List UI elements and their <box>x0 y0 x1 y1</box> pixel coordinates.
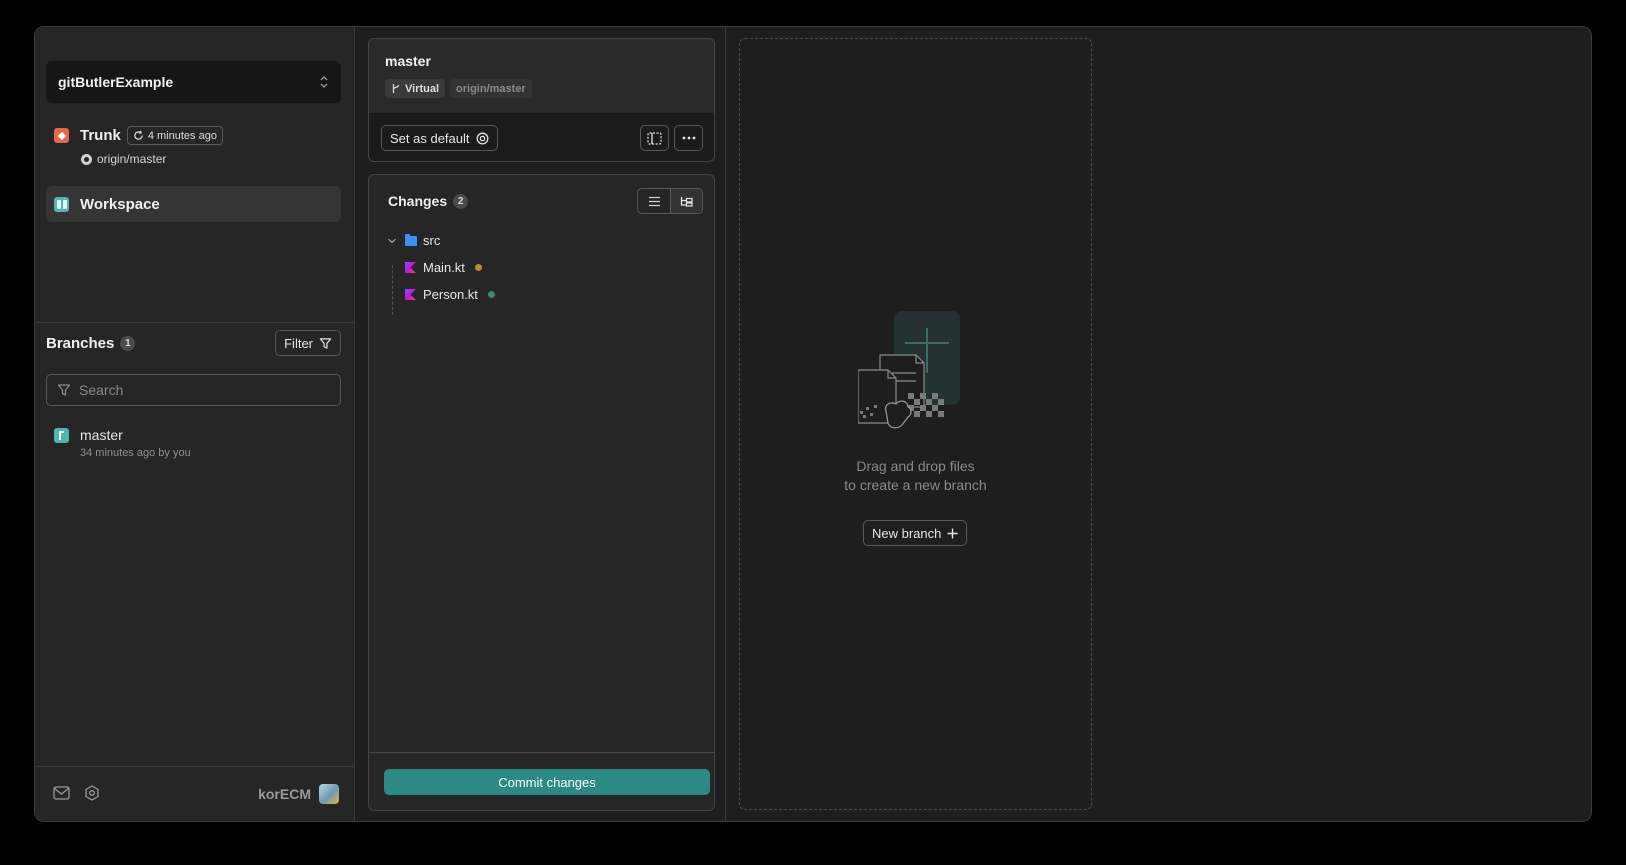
set-as-default-button[interactable]: Set as default <box>381 125 498 151</box>
chevron-down-icon[interactable] <box>387 236 397 246</box>
trunk-remote: origin/master <box>81 152 166 166</box>
commit-area: Commit changes <box>369 752 714 810</box>
sidebar-divider <box>35 322 355 323</box>
branches-count-badge: 1 <box>120 335 136 351</box>
search-input[interactable] <box>79 382 319 398</box>
avatar <box>319 784 339 804</box>
project-name: gitButlerExample <box>58 74 174 90</box>
branch-name: master <box>80 427 123 443</box>
trunk-item[interactable]: Trunk 4 minutes ago <box>54 126 223 145</box>
drag-files-illustration <box>858 311 960 429</box>
branches-title: Branches 1 <box>46 334 136 352</box>
new-branch-dropzone[interactable]: Drag and drop files to create a new bran… <box>739 38 1092 810</box>
refresh-icon <box>134 130 143 140</box>
added-status-dot <box>487 291 495 298</box>
project-selector[interactable]: gitButlerExample <box>46 61 341 103</box>
file-row[interactable]: Main.kt <box>387 254 495 281</box>
github-icon <box>81 153 92 165</box>
target-icon <box>476 132 488 144</box>
trunk-fetch-badge[interactable]: 4 minutes ago <box>126 126 223 145</box>
virtual-tag-label: Virtual <box>405 82 440 95</box>
trunk-updated-time: 4 minutes ago <box>147 129 217 142</box>
changes-title-text: Changes <box>388 193 448 209</box>
collapse-lane-button[interactable] <box>640 125 669 151</box>
file-row[interactable]: Person.kt <box>387 281 495 308</box>
branch-icon <box>392 84 400 93</box>
settings-icon[interactable] <box>84 784 100 804</box>
plus-icon <box>947 528 958 538</box>
file-tree: src Main.kt Person.kt <box>387 227 495 315</box>
ellipsis-icon <box>682 136 695 140</box>
trunk-icon <box>54 128 69 143</box>
tree-icon <box>680 196 693 207</box>
changes-title: Changes 2 <box>388 193 469 209</box>
dropzone-hint-line2: to create a new branch <box>844 477 987 493</box>
mail-icon[interactable] <box>53 785 70 803</box>
virtual-tag: Virtual <box>385 79 446 98</box>
tree-guide-line <box>392 265 393 315</box>
changes-card: Changes 2 src Main.kt Person.kt Commit c… <box>368 174 715 811</box>
dropzone-hint-line1: Drag and drop files <box>856 458 975 474</box>
sidebar-item-workspace[interactable]: Workspace <box>46 186 341 222</box>
view-mode-toggle <box>637 188 703 214</box>
file-name: Person.kt <box>423 287 478 302</box>
collapse-icon <box>647 131 662 145</box>
branches-header: Branches 1 Filter <box>46 330 341 356</box>
sidebar: gitButlerExample Trunk 4 minutes ago ori… <box>35 27 355 821</box>
kotlin-file-icon <box>405 289 416 300</box>
branch-title[interactable]: master <box>385 53 698 69</box>
new-branch-label: New branch <box>872 525 942 541</box>
branch-icon <box>54 427 69 443</box>
list-icon <box>648 196 660 206</box>
sidebar-footer: korECM <box>35 766 355 821</box>
filter-button[interactable]: Filter <box>275 330 341 356</box>
list-view-button[interactable] <box>638 189 670 213</box>
kotlin-file-icon <box>405 262 416 273</box>
app-window: gitButlerExample Trunk 4 minutes ago ori… <box>34 26 1592 822</box>
branches-title-text: Branches <box>46 334 115 352</box>
trunk-remote-label: origin/master <box>97 152 167 166</box>
more-options-button[interactable] <box>674 125 703 151</box>
changes-count-badge: 2 <box>453 193 469 209</box>
folder-name: src <box>423 233 441 248</box>
trunk-label: Trunk <box>80 127 121 144</box>
folder-icon <box>405 233 417 246</box>
modified-status-dot <box>474 264 482 271</box>
set-default-label: Set as default <box>390 130 470 146</box>
filter-icon <box>57 384 71 396</box>
tree-folder-row[interactable]: src <box>387 227 495 254</box>
file-name: Main.kt <box>423 260 465 275</box>
commit-changes-button[interactable]: Commit changes <box>384 769 710 795</box>
user-profile[interactable]: korECM <box>258 784 339 804</box>
branch-header-card: master Virtual origin/master Set as defa… <box>368 38 715 162</box>
new-branch-button[interactable]: New branch <box>863 520 968 546</box>
chevron-updown-icon <box>319 75 329 89</box>
branch-lane: master Virtual origin/master Set as defa… <box>356 27 726 821</box>
workspace-icon <box>54 196 69 212</box>
username: korECM <box>258 786 311 802</box>
dropzone-hint: Drag and drop files to create a new bran… <box>740 457 1091 495</box>
tree-view-button[interactable] <box>670 189 702 213</box>
branch-meta: 34 minutes ago by you <box>80 447 191 459</box>
remote-tag: origin/master <box>450 79 532 98</box>
branch-list-item[interactable]: master 34 minutes ago by you <box>54 427 191 459</box>
filter-icon <box>319 337 332 349</box>
filter-button-label: Filter <box>284 335 313 351</box>
workspace-label: Workspace <box>80 195 160 213</box>
branch-search[interactable] <box>46 374 341 406</box>
